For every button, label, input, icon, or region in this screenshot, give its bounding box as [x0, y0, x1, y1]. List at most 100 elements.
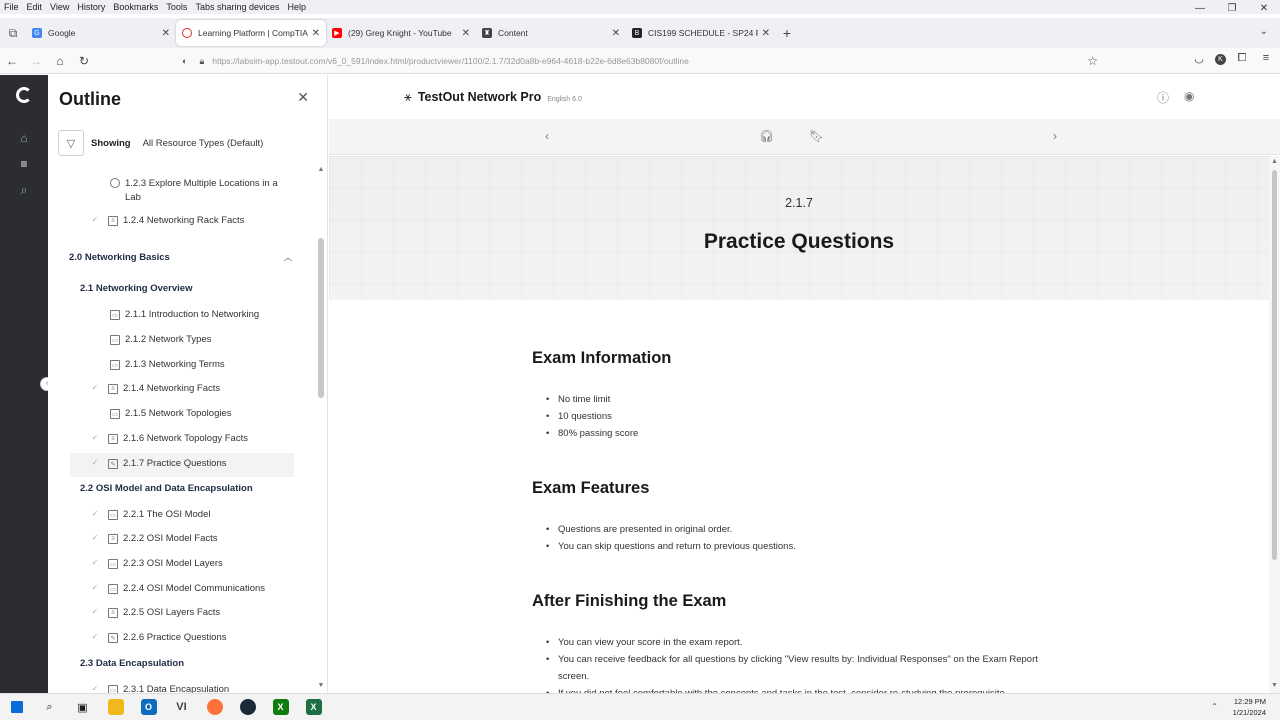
account-icon[interactable]: K — [1215, 54, 1226, 65]
menu-bookmarks[interactable]: Bookmarks — [109, 2, 162, 12]
home-rail-icon[interactable]: ⌂ — [0, 131, 48, 145]
section-header[interactable]: 2.3 Data Encapsulation — [48, 658, 316, 669]
menu-file[interactable]: File — [0, 2, 23, 12]
tab-list-icon[interactable]: ⧉ — [0, 26, 26, 41]
reload-icon[interactable]: ↻ — [72, 54, 96, 68]
close-tab-icon[interactable]: ✕ — [312, 28, 320, 39]
close-window-icon[interactable]: ✕ — [1248, 0, 1280, 18]
close-tab-icon[interactable]: ✕ — [462, 28, 470, 39]
tray-chevron-icon[interactable]: ⌃ — [1211, 702, 1218, 711]
windows-start-icon[interactable] — [0, 694, 33, 720]
bookmark-star-icon[interactable]: ☆ — [1087, 54, 1098, 68]
lesson-number: 2.1.7 — [785, 196, 813, 210]
testout-logo-icon: ⚹ — [404, 89, 412, 104]
back-icon[interactable]: ← — [0, 54, 24, 68]
outline-scrollbar[interactable]: ▲ ▼ — [316, 158, 326, 689]
home-icon[interactable]: ⌂ — [48, 54, 72, 68]
list-item[interactable]: ✓ ≡ 1.2.4 Networking Rack Facts — [48, 215, 316, 226]
scroll-up-icon[interactable]: ▲ — [1269, 158, 1280, 165]
list-item[interactable]: ▭ 2.1.1 Introduction to Networking — [48, 309, 316, 320]
list-item[interactable]: ✓ ≡ 2.1.6 Network Topology Facts — [48, 433, 316, 444]
outline-panel: Outline ✕ ▽ Showing All Resource Types (… — [48, 75, 328, 693]
product-language[interactable]: English 6.0 — [547, 96, 582, 103]
file-explorer-icon[interactable] — [99, 694, 132, 720]
help-icon[interactable]: ⓘ — [1157, 89, 1169, 106]
tab-learning-platform[interactable]: Learning Platform | CompTIA ✕ — [176, 20, 326, 46]
close-tab-icon[interactable]: ✕ — [762, 28, 770, 39]
taskbar: ⌕ ▣ O VI X X ⌃ 12:29 PM 1/21/2024 — [0, 693, 1280, 720]
shield-icon[interactable]: ◐ — [182, 56, 187, 66]
search-icon[interactable]: ⌕ — [33, 694, 66, 720]
menu-help[interactable]: Help — [283, 2, 310, 12]
list-item[interactable]: ✓ ≡ 2.2.2 OSI Model Facts — [48, 533, 316, 544]
menu-history[interactable]: History — [73, 2, 109, 12]
list-item[interactable]: ▭ 2.1.3 Networking Terms — [48, 359, 316, 370]
search-rail-icon[interactable]: ⌕ — [0, 183, 48, 198]
steam-icon[interactable] — [231, 694, 264, 720]
minimize-icon[interactable]: — — [1184, 0, 1216, 18]
scroll-up-icon[interactable]: ▲ — [316, 166, 326, 173]
tab-title: Google — [48, 28, 76, 38]
menu-view[interactable]: View — [46, 2, 73, 12]
list-item[interactable]: ✓ ▭ 2.2.1 The OSI Model — [48, 509, 316, 520]
scroll-down-icon[interactable]: ▼ — [1269, 682, 1280, 689]
excel-icon[interactable]: X — [297, 694, 330, 720]
forward-icon[interactable]: → — [24, 54, 48, 68]
bookmark-icon[interactable]: 🔖︎ — [809, 129, 824, 143]
chevron-up-icon[interactable]: ︿ — [284, 252, 292, 263]
list-all-tabs-icon[interactable]: ⌄ — [1260, 26, 1268, 37]
tab-cis199[interactable]: B CIS199 SCHEDULE - SP24 Rev 1 ✕ — [626, 20, 776, 46]
close-tab-icon[interactable]: ✕ — [162, 28, 170, 39]
content-scrollbar[interactable]: ▲ ▼ — [1269, 156, 1280, 693]
list-item: You can skip questions and return to pre… — [546, 538, 1070, 555]
list-item[interactable]: ▭ 2.1.2 Network Types — [48, 334, 316, 345]
filter-value[interactable]: All Resource Types (Default) — [143, 138, 264, 149]
tab-google[interactable]: G Google ✕ — [26, 20, 176, 46]
menu-tools[interactable]: Tools — [162, 2, 191, 12]
scrollbar-thumb[interactable] — [318, 238, 324, 398]
new-tab-icon[interactable]: + — [776, 25, 798, 41]
task-view-icon[interactable]: ▣ — [66, 694, 99, 720]
menu-edit[interactable]: Edit — [23, 2, 47, 12]
user-icon[interactable]: ◉ — [1184, 89, 1194, 103]
list-item-current[interactable]: ✓ ✎ 2.1.7 Practice Questions — [70, 453, 294, 477]
tab-content[interactable]: ♜ Content ✕ — [476, 20, 626, 46]
app-menu-icon[interactable]: ≡ — [1258, 52, 1274, 65]
url-text[interactable]: https://labsim-app.testout.com/v6_0_591/… — [212, 56, 752, 66]
close-outline-icon[interactable]: ✕ — [297, 89, 309, 106]
list-item[interactable]: ✓ ≡ 2.2.5 OSI Layers Facts — [48, 607, 316, 618]
url-bar[interactable]: ◐ 🔒︎ https://labsim-app.testout.com/v6_0… — [178, 50, 1110, 72]
lock-icon[interactable]: 🔒︎ — [199, 56, 204, 67]
banner-pattern — [329, 156, 1269, 300]
list-item[interactable]: 1.2.3 Explore Multiple Locations in a La… — [48, 177, 316, 205]
vim-icon[interactable]: VI — [165, 694, 198, 720]
firefox-icon[interactable] — [198, 694, 231, 720]
section-header[interactable]: 2.1 Networking Overview — [48, 283, 316, 294]
chapter-header[interactable]: 2.0 Networking Basics ︿ — [48, 252, 316, 263]
tab-title: Learning Platform | CompTIA — [198, 28, 308, 38]
outlook-icon[interactable]: O — [132, 694, 165, 720]
list-item[interactable]: ✓ ▭ 2.3.1 Data Encapsulation — [48, 684, 316, 693]
tab-youtube[interactable]: ▶ (29) Greg Knight - YouTube ✕ — [326, 20, 476, 46]
pocket-icon[interactable]: ◡ — [1191, 52, 1207, 65]
filter-icon[interactable]: ▽ — [58, 130, 84, 156]
list-item[interactable]: ✓ ▭ 2.2.4 OSI Model Communications — [48, 583, 316, 594]
window-controls: — ❐ ✕ — [1184, 0, 1280, 18]
xbox-icon[interactable]: X — [264, 694, 297, 720]
previous-icon[interactable]: ‹ — [545, 129, 549, 143]
next-icon[interactable]: › — [1053, 129, 1057, 143]
section-header[interactable]: 2.2 OSI Model and Data Encapsulation — [48, 483, 316, 494]
outline-rail-icon[interactable]: ≡ — [0, 157, 48, 171]
system-clock[interactable]: 12:29 PM 1/21/2024 — [1233, 696, 1266, 718]
restore-icon[interactable]: ❐ — [1216, 0, 1248, 18]
close-tab-icon[interactable]: ✕ — [612, 28, 620, 39]
list-item[interactable]: ✓ ✎ 2.2.6 Practice Questions — [48, 632, 316, 643]
scrollbar-thumb[interactable] — [1272, 170, 1277, 560]
list-item[interactable]: ✓ ▭ 2.2.3 OSI Model Layers — [48, 558, 316, 569]
extensions-icon[interactable]: ⧠ — [1234, 52, 1250, 65]
scroll-down-icon[interactable]: ▼ — [316, 682, 326, 689]
menu-tabs-sharing[interactable]: Tabs sharing devices — [191, 2, 283, 12]
list-item[interactable]: ✓ ≡ 2.1.4 Networking Facts — [48, 383, 316, 394]
headphones-icon[interactable]: 🎧︎ — [759, 129, 774, 143]
list-item[interactable]: ▭ 2.1.5 Network Topologies — [48, 408, 316, 419]
